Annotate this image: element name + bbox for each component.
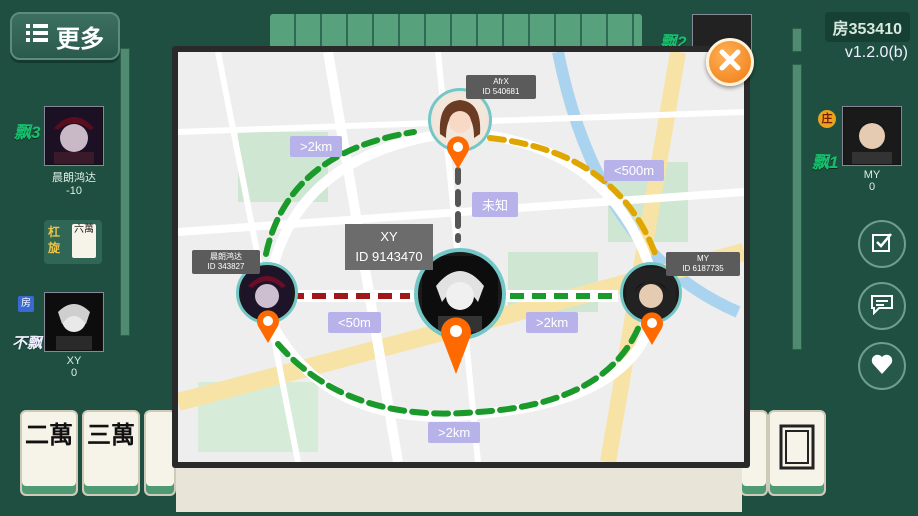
seat-score: -10	[66, 185, 82, 197]
more-menu-button[interactable]: 更多	[10, 12, 120, 60]
ready-button[interactable]	[858, 220, 906, 268]
mahjong-tile: 六萬	[72, 224, 96, 258]
white-dragon-icon	[779, 424, 815, 470]
distance-label-top-center: 未知	[472, 192, 519, 217]
seat-name: MY	[863, 169, 881, 181]
hand-tiles-behind-modal	[176, 466, 742, 512]
right-wall-top	[792, 28, 802, 52]
avatar	[44, 292, 104, 352]
left-top-piao-label: 飘3	[14, 123, 41, 142]
close-button[interactable]	[706, 38, 754, 86]
gang-label: 杠旋	[48, 225, 61, 255]
location-map: AfrX ID 540681 晨朗鸿达 ID 343827 MY ID 6187…	[178, 52, 744, 462]
seat-name: 晨朗鸿达	[52, 172, 96, 184]
location-pin-icon	[640, 312, 664, 351]
chat-bubble-icon	[870, 293, 894, 320]
distance-label-left-center: <50m	[328, 312, 381, 333]
hand-tile[interactable]: 三萬	[82, 410, 140, 496]
seat-name: XY	[66, 355, 82, 367]
location-pin-icon	[256, 310, 280, 349]
distance-label-top-right: <500m	[604, 160, 665, 181]
distance-label-center-right: >2km	[526, 312, 579, 333]
top-player-tag: AfrX ID 540681	[466, 75, 536, 99]
left-bottom-piao-label: 不飘	[12, 335, 43, 352]
owner-badge: 房	[18, 296, 34, 312]
avatar	[44, 106, 104, 166]
right-piao-label: 飘1	[812, 153, 839, 172]
seat-right[interactable]: MY 0	[842, 106, 902, 193]
seat-score: 0	[70, 367, 78, 379]
heart-icon	[870, 353, 894, 380]
top-player-wall	[270, 14, 642, 50]
right-wall	[792, 64, 802, 350]
dealer-badge: 庄	[818, 110, 836, 128]
version-label: v1.2.0(b)	[844, 44, 908, 61]
location-pin-icon	[440, 314, 472, 381]
left-wall	[120, 48, 130, 336]
location-pin-icon	[446, 136, 470, 175]
distance-label-top-left: >2km	[290, 136, 343, 157]
distance-label-bottom: >2km	[428, 422, 481, 443]
side-tile-panel: 杠旋 六萬	[44, 220, 102, 264]
list-icon	[26, 22, 48, 50]
favorite-button[interactable]	[858, 342, 906, 390]
seat-left-bottom[interactable]: XY 0	[44, 292, 104, 379]
more-label: 更多	[56, 25, 104, 53]
right-player-tag: MY ID 6187735	[666, 252, 740, 276]
left-player-tag: 晨朗鸿达 ID 343827	[192, 250, 260, 274]
hand-tile[interactable]	[768, 410, 826, 496]
checkbox-icon	[870, 230, 894, 259]
seat-left-top[interactable]: 晨朗鸿达 -10	[44, 106, 104, 197]
room-number: 房353410	[824, 12, 910, 42]
seat-score: 0	[868, 181, 876, 193]
avatar	[842, 106, 902, 166]
close-icon	[719, 49, 741, 76]
center-player-tag: XY ID 9143470	[345, 224, 433, 270]
chat-button[interactable]	[858, 282, 906, 330]
hand-tile[interactable]: 二萬	[20, 410, 78, 496]
